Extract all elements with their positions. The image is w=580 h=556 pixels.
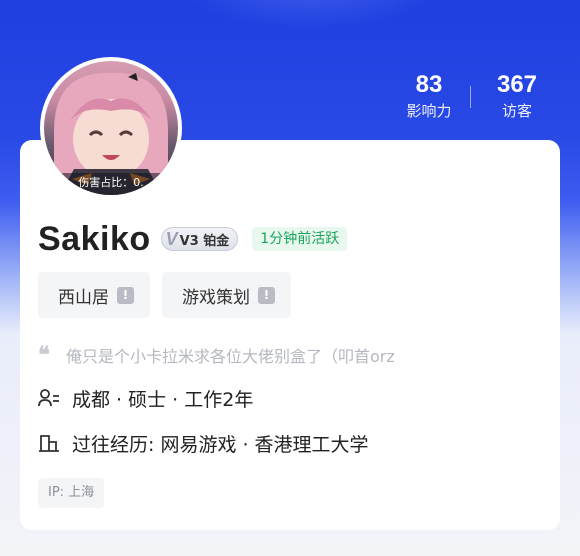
stats-panel: 83 影响力 367 访客 [380, 70, 560, 130]
stats-divider [470, 86, 471, 108]
tag-role[interactable]: 游戏策划 ! [162, 272, 291, 318]
bio: ❝ 俺只是个小卡拉米求各位大佬别盒了（叩首orz [38, 343, 395, 367]
user-name: Sakiko [38, 219, 151, 258]
visitors-count: 367 [496, 71, 538, 98]
avatar-image: 伤害占比：0. [44, 61, 178, 195]
avatar-caption: 伤害占比：0. [44, 173, 178, 195]
bio-text: 俺只是个小卡拉米求各位大佬别盒了（叩首orz [66, 347, 395, 366]
active-status-tag: 1分钟前活跃 [252, 227, 348, 251]
influence-stat[interactable]: 83 影响力 [394, 70, 464, 122]
tag-company[interactable]: 西山居 ! [38, 272, 150, 318]
visitors-label: 访客 [501, 102, 532, 120]
tag-list: 西山居 ! 游戏策划 ! [38, 272, 291, 318]
basic-info-row: 成都 · 硕士 · 工作2年 [38, 383, 253, 413]
ip-location-tag: IP: 上海 [38, 478, 105, 508]
info-icon: ! [258, 286, 275, 304]
history-info-row: 过往经历: 网易游戏 · 香港理工大学 [38, 428, 369, 458]
influence-count: 83 [415, 71, 443, 98]
quote-icon: ❝ [38, 342, 50, 367]
profile-card: Sakiko V V3 铂金 1分钟前活跃 西山居 ! 游戏策划 ! ❝ 俺只是… [20, 140, 560, 530]
level-badge[interactable]: V V3 铂金 [160, 227, 239, 251]
visitors-stat[interactable]: 367 访客 [482, 70, 552, 122]
influence-label: 影响力 [406, 102, 452, 120]
name-row: Sakiko V V3 铂金 1分钟前活跃 [38, 218, 348, 260]
vip-v-icon: V [165, 228, 178, 249]
basic-info-text: 成都 · 硕士 · 工作2年 [72, 388, 254, 411]
info-icon: ! [117, 286, 134, 304]
header-glow [150, 0, 470, 30]
building-icon [38, 433, 72, 453]
level-badge-text: V3 铂金 [179, 233, 230, 249]
avatar[interactable]: 伤害占比：0. [40, 57, 182, 199]
user-list-icon [38, 388, 72, 408]
history-info-text: 过往经历: 网易游戏 · 香港理工大学 [72, 433, 369, 456]
tag-company-label: 西山居 [58, 287, 109, 308]
tag-role-label: 游戏策划 [182, 287, 250, 308]
